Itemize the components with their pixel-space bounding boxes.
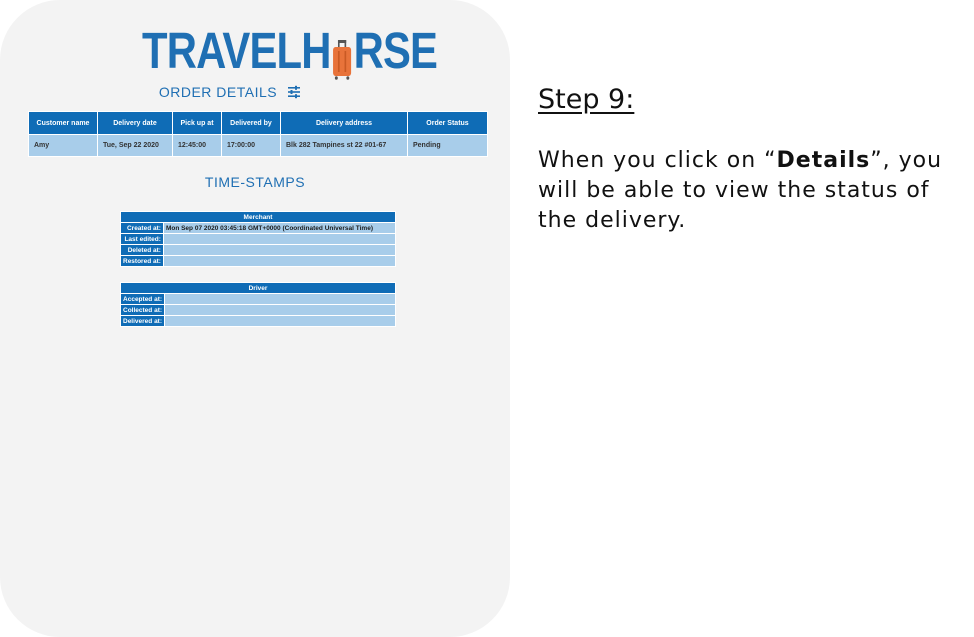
step-text-bold: Details bbox=[776, 148, 871, 173]
step-text-before: When you click on “ bbox=[538, 148, 777, 173]
driver-header: Driver bbox=[120, 282, 396, 294]
cell-pick-up-at: 12:45:00 bbox=[172, 134, 222, 157]
travelhorse-logo: TRAVELH RSE bbox=[142, 22, 438, 80]
col-customer-name: Customer name bbox=[28, 111, 98, 135]
delivered-at-value bbox=[164, 315, 396, 327]
order-details-table: Customer name Delivery date Pick up at D… bbox=[28, 111, 488, 157]
step-description: When you click on “Details”, you will be… bbox=[538, 146, 958, 236]
merchant-timestamps-table: Merchant Created at: Mon Sep 07 2020 03:… bbox=[120, 211, 397, 267]
restored-at-label: Restored at: bbox=[120, 255, 164, 267]
cell-delivered-by: 17:00:00 bbox=[221, 134, 281, 157]
table-row: Restored at: bbox=[120, 255, 397, 267]
col-order-status: Order Status bbox=[407, 111, 488, 135]
merchant-header: Merchant bbox=[120, 211, 396, 223]
table-row: Created at: Mon Sep 07 2020 03:45:18 GMT… bbox=[120, 222, 397, 234]
timestamps-title: TIME-STAMPS bbox=[204, 174, 306, 190]
app-screen: TRAVELH RSE ORDER DETAILS Customer name … bbox=[0, 0, 510, 637]
col-delivery-address: Delivery address bbox=[280, 111, 408, 135]
cell-delivery-address: Blk 282 Tampines st 22 #01-67 bbox=[280, 134, 408, 157]
cell-customer-name: Amy bbox=[28, 134, 98, 157]
table-row: Collected at: bbox=[119, 304, 396, 316]
logo-text-right: RSE bbox=[353, 22, 438, 79]
order-details-title: ORDER DETAILS bbox=[158, 84, 278, 100]
table-header-row: Customer name Delivery date Pick up at D… bbox=[28, 111, 488, 135]
accepted-at-value bbox=[164, 293, 396, 305]
table-row: Accepted at: bbox=[119, 293, 396, 305]
accepted-at-label: Accepted at: bbox=[119, 293, 166, 305]
driver-timestamps-table: Driver Accepted at: Collected at: Delive… bbox=[119, 282, 396, 327]
cell-delivery-date: Tue, Sep 22 2020 bbox=[97, 134, 173, 157]
collected-at-value bbox=[164, 304, 396, 316]
last-edited-value bbox=[162, 233, 397, 245]
col-delivery-date: Delivery date bbox=[97, 111, 173, 135]
created-at-value: Mon Sep 07 2020 03:45:18 GMT+0000 (Coord… bbox=[162, 222, 397, 234]
restored-at-value bbox=[162, 255, 397, 267]
table-row: Delivered at: bbox=[119, 315, 396, 327]
step-title: Step 9: bbox=[538, 84, 635, 115]
col-delivered-by: Delivered by bbox=[221, 111, 281, 135]
logo-text-left: TRAVELH bbox=[142, 22, 331, 79]
table-row: Amy Tue, Sep 22 2020 12:45:00 17:00:00 B… bbox=[28, 134, 488, 157]
table-row: Deleted at: bbox=[120, 244, 397, 256]
collected-at-label: Collected at: bbox=[119, 304, 166, 316]
created-at-label: Created at: bbox=[120, 222, 164, 234]
deleted-at-value bbox=[162, 244, 397, 256]
table-row: Last edited: bbox=[120, 233, 397, 245]
suitcase-icon bbox=[332, 36, 352, 80]
order-details-heading: ORDER DETAILS bbox=[0, 84, 510, 100]
deleted-at-label: Deleted at: bbox=[120, 244, 164, 256]
delivered-at-label: Delivered at: bbox=[119, 315, 166, 327]
filter-sliders-icon[interactable] bbox=[287, 85, 301, 99]
last-edited-label: Last edited: bbox=[120, 233, 164, 245]
cell-order-status: Pending bbox=[407, 134, 488, 157]
col-pick-up-at: Pick up at bbox=[172, 111, 222, 135]
